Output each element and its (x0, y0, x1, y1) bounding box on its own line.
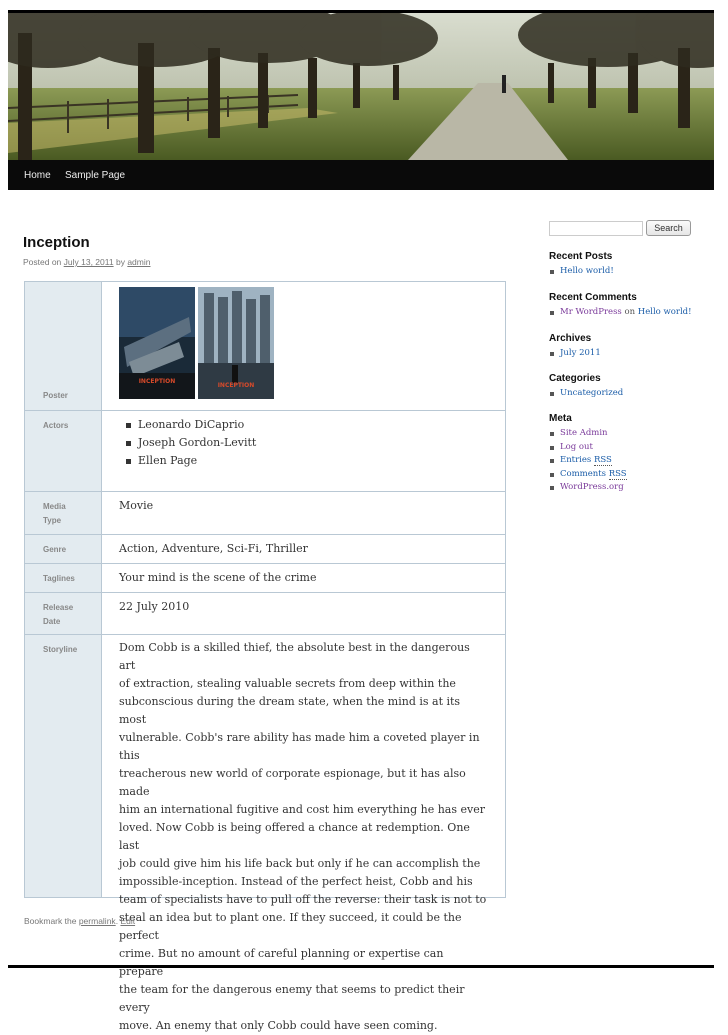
storyline-line: treacherous new world of corporate espio… (119, 767, 466, 798)
media-type-row: Media Type Movie (25, 492, 505, 535)
storyline-line: steal an idea but to plant one. If they … (119, 911, 462, 942)
list-item: Entries RSS (549, 454, 719, 468)
media-type-value: Movie (119, 499, 154, 512)
entries-rss-link[interactable]: Entries RSS (560, 455, 612, 466)
categories-widget: Categories Uncategorized (549, 373, 719, 401)
genre-row: Genre Action, Adventure, Sci-Fi, Thrille… (25, 535, 505, 564)
actors-list: Leonardo DiCaprio Joseph Gordon-Levitt E… (118, 416, 487, 470)
archives-title: Archives (549, 333, 592, 344)
storyline-line: loved. Now Cobb is being offered a chanc… (119, 821, 470, 852)
list-item: Hello world! (549, 265, 719, 279)
storyline-line: team of specialists have to pull off the… (119, 893, 487, 906)
poster-2-title: INCEPTION (218, 382, 255, 389)
actors-label: Actors (43, 421, 69, 430)
storyline-line: subconscious during the dream state, whe… (119, 695, 461, 726)
storyline-label: Storyline (43, 645, 78, 654)
storyline-line: Dom Cobb is a skilled thief, the absolut… (119, 641, 470, 672)
list-item: Uncategorized (549, 387, 719, 401)
movie-details-table: Poster INCEPTION INCEPTION Actors Leonar… (24, 281, 506, 1032)
storyline-text: Dom Cobb is a skilled thief, the absolut… (119, 639, 487, 1035)
main-nav: Home Sample Page (8, 160, 714, 190)
permalink-link[interactable]: permalink (79, 916, 116, 926)
release-date-value: 22 July 2010 (119, 600, 190, 613)
tree-lined-road-image (8, 13, 714, 160)
poster-image-2[interactable]: INCEPTION (198, 287, 274, 399)
storyline-line: vulnerable. Cobb's rare ability has made… (119, 731, 480, 762)
storyline-line: him an international fugitive and cost h… (119, 803, 485, 816)
recent-comments-widget: Recent Comments Mr WordPress on Hello wo… (549, 292, 719, 320)
meta-title: Meta (549, 413, 572, 424)
release-date-label-2: Date (43, 617, 61, 626)
genre-value: Action, Adventure, Sci-Fi, Thriller (119, 542, 308, 555)
list-item: Log out (549, 441, 719, 455)
footer-rule (8, 965, 714, 968)
comment-post-link[interactable]: Hello world! (638, 307, 692, 317)
media-type-label-2: Type (43, 516, 62, 525)
recent-post-link[interactable]: Hello world! (560, 266, 614, 276)
recent-posts-title: Recent Posts (549, 251, 613, 262)
meta-widget: Meta Site Admin Log out Entries RSS Comm… (549, 413, 719, 495)
storyline-line: of extraction, stealing valuable secrets… (119, 677, 456, 690)
list-item: Comments RSS (549, 468, 719, 482)
storyline-line: impossible-inception. Instead of the per… (119, 875, 473, 888)
poster-image-1[interactable]: INCEPTION (119, 287, 195, 399)
list-item: July 2011 (549, 347, 719, 361)
site-admin-link[interactable]: Site Admin (560, 428, 608, 438)
entry-footer: Bookmark the permalink. Edit (24, 916, 135, 926)
post-meta: Posted on July 13, 2011 by admin (23, 257, 150, 267)
search-button[interactable]: Search (646, 220, 691, 236)
edit-link[interactable]: Edit (120, 916, 135, 926)
recent-comments-title: Recent Comments (549, 292, 637, 303)
storyline-line: move. An enemy that only Cobb could have… (119, 1019, 438, 1032)
poster-label: Poster (43, 391, 68, 400)
comment-author-link[interactable]: Mr WordPress (560, 307, 622, 317)
post-title[interactable]: Inception (23, 234, 90, 251)
release-date-label-1: Release (43, 603, 74, 612)
storyline-line: the team for the dangerous enemy that se… (119, 983, 465, 1014)
page: Home Sample Page Inception Posted on Jul… (0, 0, 728, 1032)
genre-label: Genre (43, 545, 67, 554)
media-type-label-1: Media (43, 502, 66, 511)
poster-1-title: INCEPTION (139, 378, 176, 385)
post-author-link[interactable]: admin (127, 257, 150, 267)
archives-widget: Archives July 2011 (549, 333, 719, 361)
posted-on-label: Posted on (23, 257, 62, 267)
list-item: Site Admin (549, 427, 719, 441)
actor-item: Leonardo DiCaprio (118, 416, 487, 434)
list-item: WordPress.org (549, 481, 719, 495)
storyline-line: job could give him his life back but onl… (119, 857, 481, 870)
storyline-row: Storyline Dom Cobb is a skilled thief, t… (25, 635, 505, 1032)
poster-row: Poster INCEPTION INCEPTION (25, 282, 505, 411)
actor-item: Joseph Gordon-Levitt (118, 434, 487, 452)
by-label: by (115, 257, 125, 267)
header-image (8, 13, 714, 160)
nav-home[interactable]: Home (24, 170, 51, 181)
actor-item: Ellen Page (118, 452, 487, 470)
nav-sample-page[interactable]: Sample Page (65, 170, 125, 181)
recent-posts-widget: Recent Posts Hello world! (549, 251, 719, 279)
list-item: Mr WordPress on Hello world! (549, 306, 719, 320)
post-date-link[interactable]: July 13, 2011 (64, 257, 114, 267)
actors-row: Actors Leonardo DiCaprio Joseph Gordon-L… (25, 411, 505, 492)
taglines-row: Taglines Your mind is the scene of the c… (25, 564, 505, 593)
search-input[interactable] (549, 221, 643, 236)
comments-rss-link[interactable]: Comments RSS (560, 468, 627, 480)
separator: . (115, 916, 119, 926)
on-label: on (624, 307, 636, 317)
taglines-label: Taglines (43, 574, 75, 583)
tagline-value: Your mind is the scene of the crime (119, 571, 317, 584)
log-out-link[interactable]: Log out (560, 442, 593, 452)
categories-title: Categories (549, 373, 601, 384)
bookmark-label: Bookmark the (24, 916, 77, 926)
category-link[interactable]: Uncategorized (560, 388, 623, 398)
archive-link[interactable]: July 2011 (560, 348, 601, 358)
storyline-line: crime. But no amount of careful planning… (119, 947, 444, 978)
release-date-row: Release Date 22 July 2010 (25, 593, 505, 635)
wordpress-org-link[interactable]: WordPress.org (560, 482, 624, 492)
